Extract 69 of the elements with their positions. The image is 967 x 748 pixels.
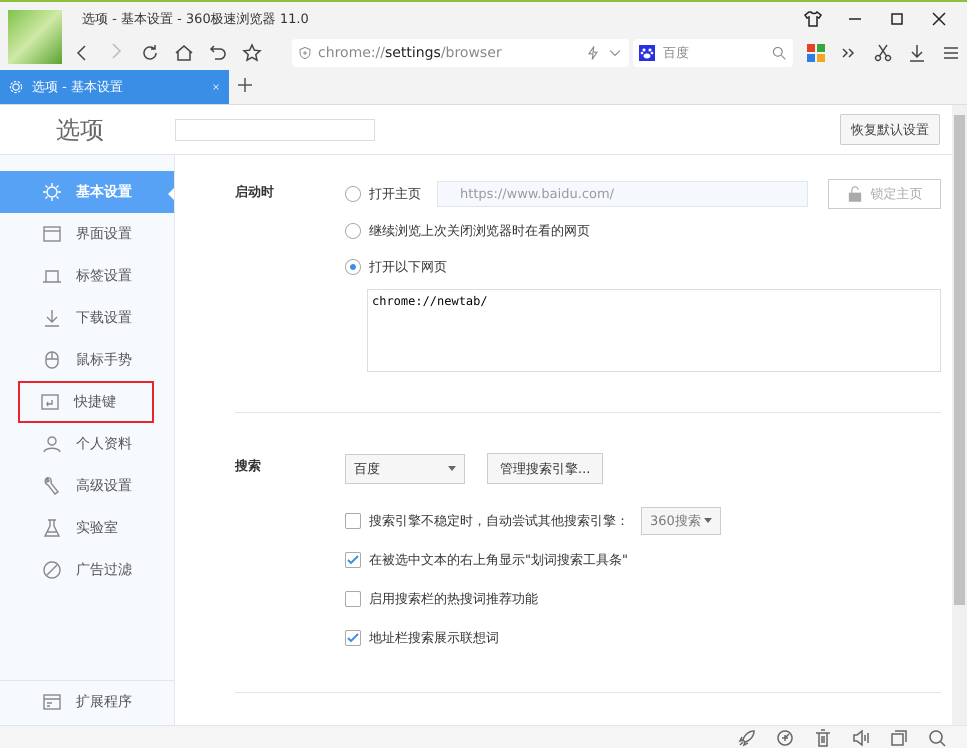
close-icon xyxy=(211,82,221,92)
startup-pages-field[interactable]: chrome://newtab/ xyxy=(367,289,941,372)
trash-icon[interactable] xyxy=(813,728,833,748)
sidebar-item[interactable]: 实验室 xyxy=(0,507,174,549)
search-engine-dropdown[interactable]: 百度 xyxy=(345,454,465,484)
rocket-icon[interactable] xyxy=(737,728,757,748)
gear-icon xyxy=(8,79,24,95)
address-bar[interactable]: chrome://settings/browser xyxy=(292,39,629,67)
radio-label: 打开主页 xyxy=(369,186,421,203)
leaf-logo xyxy=(8,10,62,64)
checkbox[interactable] xyxy=(345,630,361,646)
radio-button[interactable] xyxy=(345,259,361,275)
new-tab-icon[interactable] xyxy=(235,75,255,95)
sun-icon xyxy=(42,182,62,202)
radio-label: 打开以下网页 xyxy=(369,259,447,276)
window-icon xyxy=(42,224,62,244)
url-text: chrome://settings/browser xyxy=(318,45,503,61)
shirt-icon[interactable] xyxy=(803,9,823,29)
speedometer-icon[interactable] xyxy=(775,728,795,748)
search-icon xyxy=(771,45,787,61)
checkbox-label: 搜索引擎不稳定时，自动尝试其他搜索引擎： xyxy=(369,512,629,530)
section-label: 搜索 xyxy=(235,458,262,476)
sidebar-item[interactable]: 高级设置 xyxy=(0,465,174,507)
tiles-icon[interactable] xyxy=(807,44,825,62)
star-icon[interactable] xyxy=(242,43,262,63)
search-box[interactable]: 百度 xyxy=(633,39,793,67)
checkbox[interactable] xyxy=(345,512,361,528)
checkbox-label: 地址栏搜索展示联想词 xyxy=(369,630,499,646)
sidebar-item[interactable]: 界面设置 xyxy=(0,213,174,255)
wrench-icon xyxy=(42,476,62,496)
flask-icon xyxy=(42,518,62,538)
download-icon xyxy=(42,308,62,328)
checkbox[interactable] xyxy=(345,552,361,568)
window-title: 选项 - 基本设置 - 360极速浏览器 11.0 xyxy=(81,11,310,28)
window-icon[interactable] xyxy=(889,728,909,748)
keyboard-icon xyxy=(40,392,60,412)
fallback-engine-dropdown[interactable]: 360搜索 xyxy=(641,506,721,534)
paw-icon xyxy=(639,45,655,61)
block-icon xyxy=(42,560,62,580)
section-label: 启动时 xyxy=(235,184,275,202)
settings-search-field[interactable] xyxy=(175,118,375,140)
sidebar-item[interactable]: 鼠标手势 xyxy=(0,339,174,381)
search-input[interactable]: 百度 xyxy=(661,44,765,62)
home-icon[interactable] xyxy=(174,43,194,63)
lightning-icon xyxy=(585,45,601,61)
radio-button[interactable] xyxy=(345,223,361,239)
scissors-icon[interactable] xyxy=(873,43,893,63)
sidebar-item[interactable]: 下载设置 xyxy=(0,297,174,339)
shield-icon xyxy=(298,46,312,60)
sidebar-item[interactable]: 快捷键 xyxy=(18,381,154,423)
sidebar-item[interactable]: 广告过滤 xyxy=(0,549,174,591)
manage-search-engines-button[interactable]: 管理搜索引擎... xyxy=(487,453,604,484)
restore-defaults-button[interactable]: 恢复默认设置 xyxy=(840,114,940,145)
search-icon[interactable] xyxy=(927,728,947,748)
sidebar-item[interactable]: 个人资料 xyxy=(0,423,174,465)
sidebar-item[interactable]: 扩展程序 xyxy=(0,681,174,723)
radio-button[interactable] xyxy=(345,186,361,202)
person-icon xyxy=(42,434,62,454)
page-title: 选项 xyxy=(55,114,105,146)
checkbox-label: 启用搜索栏的热搜词推荐功能 xyxy=(369,590,538,608)
radio-label: 继续浏览上次关闭浏览器时在看的网页 xyxy=(369,223,590,240)
scrollbar-thumb[interactable] xyxy=(954,115,965,605)
sidebar-item[interactable]: 标签设置 xyxy=(0,255,174,297)
download-icon[interactable] xyxy=(907,43,927,63)
checkbox-label: 在被选中文本的右上角显示"划词搜索工具条" xyxy=(369,552,628,568)
speaker-icon[interactable] xyxy=(851,728,871,748)
checkbox[interactable] xyxy=(345,590,361,606)
padlock-icon xyxy=(846,186,862,202)
undo-icon[interactable] xyxy=(208,43,228,63)
